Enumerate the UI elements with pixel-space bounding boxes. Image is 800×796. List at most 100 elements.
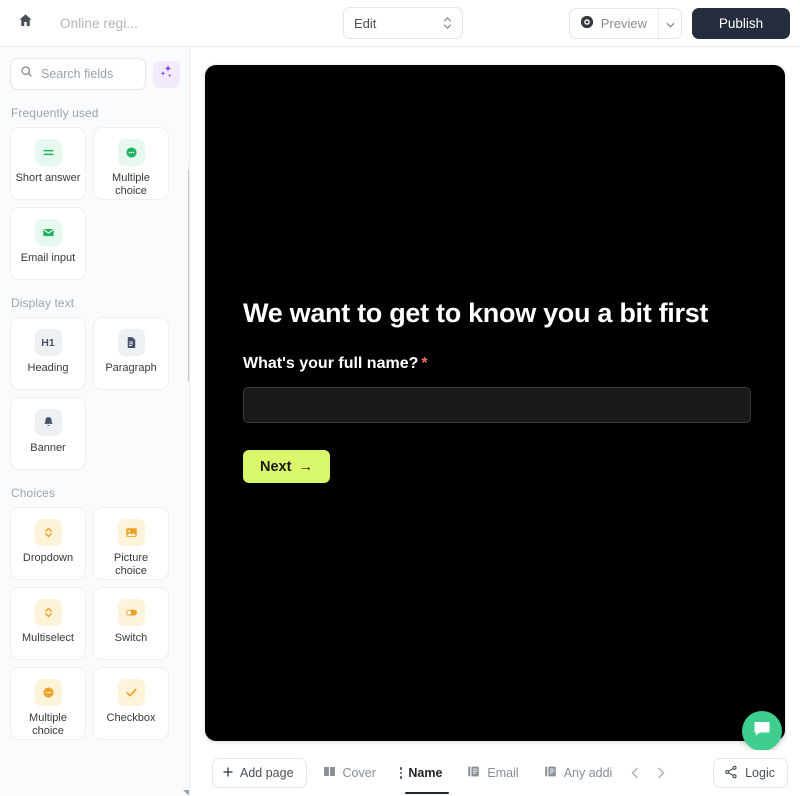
field-card-label: Dropdown bbox=[22, 552, 74, 564]
sparkles-icon bbox=[159, 64, 174, 84]
field-card-label: Email input bbox=[20, 252, 76, 264]
preview-dropdown-toggle[interactable] bbox=[658, 9, 681, 38]
prev-page-button[interactable] bbox=[623, 759, 647, 787]
dots-vertical-icon bbox=[399, 767, 403, 779]
field-card-email-input[interactable]: Email input bbox=[10, 207, 86, 280]
page-icon bbox=[466, 764, 481, 782]
full-name-input[interactable] bbox=[243, 387, 751, 423]
page-icon bbox=[543, 764, 558, 782]
page-tab-name[interactable]: Name bbox=[391, 757, 452, 794]
dots-circle-icon bbox=[34, 679, 62, 706]
mode-select-value: Edit bbox=[354, 15, 377, 31]
image-icon bbox=[117, 519, 145, 546]
logic-label: Logic bbox=[745, 766, 775, 780]
page-tab-email[interactable]: Email bbox=[457, 757, 527, 789]
field-card-label: Multiselect bbox=[22, 632, 74, 644]
field-groups: Frequently used Short answer Multiple choi… bbox=[10, 106, 180, 740]
field-card-group: H1 Heading Paragraph Banner bbox=[10, 317, 180, 470]
field-card-label: Paragraph bbox=[105, 362, 157, 374]
field-card-label: Short answer bbox=[15, 172, 81, 184]
page-tab-label: Name bbox=[408, 766, 443, 780]
bell-icon bbox=[34, 409, 62, 436]
next-page-button[interactable] bbox=[649, 759, 673, 787]
fields-sidebar: Frequently used Short answer Multiple choi… bbox=[0, 47, 190, 796]
page-tabs: Cover Name Email Any addi bbox=[307, 757, 622, 794]
eye-icon bbox=[580, 15, 594, 32]
home-icon bbox=[18, 13, 33, 33]
field-card-group: Short answer Multiple choice Email input bbox=[10, 127, 180, 280]
field-card-label: Banner bbox=[30, 442, 66, 454]
chat-launcher-button[interactable] bbox=[742, 711, 782, 751]
field-card-multiple-choice[interactable]: Multiple choice bbox=[93, 127, 169, 200]
page-tab-cover[interactable]: Cover bbox=[313, 757, 385, 789]
search-row bbox=[0, 47, 189, 90]
field-card-checkbox[interactable]: Checkbox bbox=[93, 667, 169, 740]
search-fields-box[interactable] bbox=[10, 58, 146, 90]
dots-circle-icon bbox=[117, 139, 145, 166]
toggle-icon bbox=[117, 599, 145, 626]
app-root: Online regi... Edit Preview Publish Sear… bbox=[0, 0, 800, 796]
ai-assist-button[interactable] bbox=[153, 60, 180, 88]
add-page-button[interactable]: Add page bbox=[212, 758, 307, 788]
field-card-multiple-choice[interactable]: Multiple choice bbox=[10, 667, 86, 740]
form-question-label: What's your full name? * bbox=[243, 355, 751, 373]
search-input[interactable] bbox=[41, 67, 136, 81]
preview-button-group: Preview bbox=[568, 8, 682, 39]
field-card-paragraph[interactable]: Paragraph bbox=[93, 317, 169, 390]
next-button-label: Next bbox=[260, 458, 292, 475]
document-icon bbox=[117, 329, 145, 356]
preview-button[interactable]: Preview bbox=[570, 9, 658, 38]
logic-button[interactable]: Logic bbox=[713, 758, 788, 788]
field-group-title: Choices bbox=[11, 486, 56, 500]
chevron-updown-icon bbox=[34, 519, 62, 546]
envelope-icon bbox=[34, 219, 62, 246]
chevron-updown-icon bbox=[443, 17, 452, 29]
search-icon bbox=[20, 65, 33, 83]
top-bar: Online regi... Edit Preview Publish bbox=[0, 0, 800, 47]
form-content: We want to get to know you a bit first W… bbox=[243, 297, 751, 483]
form-heading: We want to get to know you a bit first bbox=[243, 298, 709, 328]
field-group-title: Frequently used bbox=[11, 106, 99, 120]
add-page-label: Add page bbox=[240, 766, 294, 780]
question-text: What's your full name? bbox=[243, 355, 419, 372]
field-card-label: Multiple choice bbox=[112, 172, 150, 197]
arrow-right-icon: → bbox=[298, 458, 313, 475]
chat-bubble-icon bbox=[752, 719, 772, 744]
next-button[interactable]: Next → bbox=[243, 450, 330, 483]
page-tab-any-addi[interactable]: Any addi bbox=[534, 757, 622, 789]
plus-icon bbox=[222, 766, 234, 781]
field-card-group: Dropdown Picture choice Multiselect Switch M… bbox=[10, 507, 180, 740]
field-card-short-answer[interactable]: Short answer bbox=[10, 127, 86, 200]
form-preview-card: We want to get to know you a bit first W… bbox=[205, 65, 785, 741]
field-card-label: Multiple choice bbox=[29, 712, 67, 737]
mode-select[interactable]: Edit bbox=[343, 7, 463, 39]
equals-icon bbox=[34, 139, 62, 166]
preview-label: Preview bbox=[600, 16, 647, 31]
chevron-down-icon bbox=[665, 15, 675, 33]
canvas-area: We want to get to know you a bit first W… bbox=[190, 47, 800, 796]
field-card-label: Switch bbox=[114, 632, 148, 644]
field-card-label: Checkbox bbox=[106, 712, 156, 724]
page-tab-label: Email bbox=[487, 766, 519, 780]
field-card-heading[interactable]: H1 Heading bbox=[10, 317, 86, 390]
caret-down-icon[interactable] bbox=[183, 783, 189, 796]
field-card-label: Picture choice bbox=[113, 552, 149, 577]
check-icon bbox=[117, 679, 145, 706]
fields-scroll-area[interactable]: Frequently used Short answer Multiple choi… bbox=[0, 106, 189, 796]
page-tab-label: Any addi bbox=[563, 766, 613, 780]
publish-button[interactable]: Publish bbox=[692, 8, 790, 39]
field-card-banner[interactable]: Banner bbox=[10, 397, 86, 470]
h1-icon: H1 bbox=[34, 329, 62, 356]
field-card-switch[interactable]: Switch bbox=[93, 587, 169, 660]
field-card-picture-choice[interactable]: Picture choice bbox=[93, 507, 169, 580]
chevron-updown-icon bbox=[34, 599, 62, 626]
field-card-dropdown[interactable]: Dropdown bbox=[10, 507, 86, 580]
pages-bottom-bar: Add page Cover Name Email Any addi Logic bbox=[190, 750, 800, 796]
field-card-multiselect[interactable]: Multiselect bbox=[10, 587, 86, 660]
page-tab-label: Cover bbox=[342, 766, 376, 780]
book-icon bbox=[322, 764, 337, 782]
field-group-title: Display text bbox=[11, 296, 75, 310]
share-nodes-icon bbox=[724, 765, 738, 782]
document-title: Online regi... bbox=[60, 15, 138, 31]
home-button[interactable] bbox=[8, 6, 42, 40]
